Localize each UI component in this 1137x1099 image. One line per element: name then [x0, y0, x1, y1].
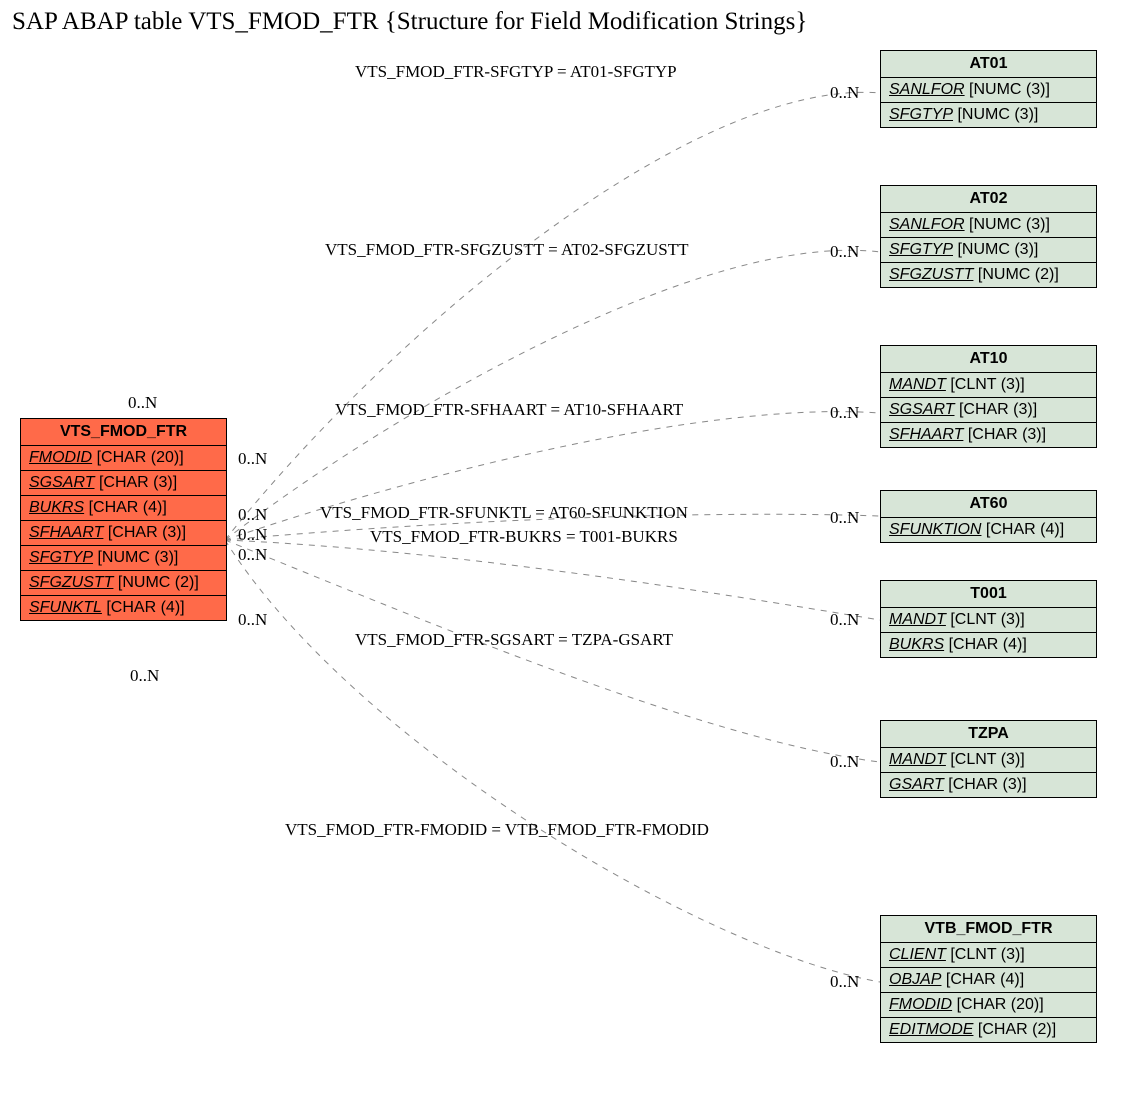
entity-at10: AT10 MANDT [CLNT (3)] SGSART [CHAR (3)] …: [880, 345, 1097, 448]
cardinality: 0..N: [830, 403, 859, 423]
field-row: SGSART [CHAR (3)]: [881, 398, 1096, 423]
edge-label-e6: VTS_FMOD_FTR-SGSART = TZPA-GSART: [355, 630, 673, 650]
field-row: EDITMODE [CHAR (2)]: [881, 1018, 1096, 1042]
entity-header: T001: [881, 581, 1096, 608]
field-row: FMODID [CHAR (20)]: [21, 446, 226, 471]
cardinality: 0..N: [238, 525, 267, 545]
cardinality: 0..N: [830, 83, 859, 103]
entity-header: AT60: [881, 491, 1096, 518]
edge-label-e3: VTS_FMOD_FTR-SFHAART = AT10-SFHAART: [335, 400, 683, 420]
entity-at01: AT01 SANLFOR [NUMC (3)] SFGTYP [NUMC (3)…: [880, 50, 1097, 128]
field-row: SANLFOR [NUMC (3)]: [881, 78, 1096, 103]
edge-label-e5: VTS_FMOD_FTR-BUKRS = T001-BUKRS: [370, 527, 678, 547]
cardinality: 0..N: [130, 666, 159, 686]
entity-header: AT01: [881, 51, 1096, 78]
entity-main: VTS_FMOD_FTR FMODID [CHAR (20)] SGSART […: [20, 418, 227, 621]
cardinality: 0..N: [830, 242, 859, 262]
cardinality: 0..N: [830, 752, 859, 772]
field-row: CLIENT [CLNT (3)]: [881, 943, 1096, 968]
cardinality: 0..N: [128, 393, 157, 413]
field-row: MANDT [CLNT (3)]: [881, 373, 1096, 398]
entity-at02: AT02 SANLFOR [NUMC (3)] SFGTYP [NUMC (3)…: [880, 185, 1097, 288]
edge-label-e7: VTS_FMOD_FTR-FMODID = VTB_FMOD_FTR-FMODI…: [285, 820, 709, 840]
field-row: BUKRS [CHAR (4)]: [21, 496, 226, 521]
cardinality: 0..N: [238, 449, 267, 469]
field-row: SFUNKTL [CHAR (4)]: [21, 596, 226, 620]
entity-main-header: VTS_FMOD_FTR: [21, 419, 226, 446]
edge-label-e2: VTS_FMOD_FTR-SFGZUSTT = AT02-SFGZUSTT: [325, 240, 689, 260]
field-row: SANLFOR [NUMC (3)]: [881, 213, 1096, 238]
field-row: SFGZUSTT [NUMC (2)]: [881, 263, 1096, 287]
cardinality: 0..N: [830, 508, 859, 528]
cardinality: 0..N: [830, 610, 859, 630]
entity-tzpa: TZPA MANDT [CLNT (3)] GSART [CHAR (3)]: [880, 720, 1097, 798]
entity-header: AT02: [881, 186, 1096, 213]
field-row: SFGZUSTT [NUMC (2)]: [21, 571, 226, 596]
cardinality: 0..N: [238, 505, 267, 525]
field-row: MANDT [CLNT (3)]: [881, 748, 1096, 773]
field-row: OBJAP [CHAR (4)]: [881, 968, 1096, 993]
field-row: SGSART [CHAR (3)]: [21, 471, 226, 496]
edge-label-e4: VTS_FMOD_FTR-SFUNKTL = AT60-SFUNKTION: [320, 503, 688, 523]
cardinality: 0..N: [238, 545, 267, 565]
cardinality: 0..N: [238, 610, 267, 630]
entity-t001: T001 MANDT [CLNT (3)] BUKRS [CHAR (4)]: [880, 580, 1097, 658]
field-row: SFHAART [CHAR (3)]: [21, 521, 226, 546]
field-row: GSART [CHAR (3)]: [881, 773, 1096, 797]
field-row: BUKRS [CHAR (4)]: [881, 633, 1096, 657]
entity-vtb: VTB_FMOD_FTR CLIENT [CLNT (3)] OBJAP [CH…: [880, 915, 1097, 1043]
entity-at60: AT60 SFUNKTION [CHAR (4)]: [880, 490, 1097, 543]
field-row: SFUNKTION [CHAR (4)]: [881, 518, 1096, 542]
entity-header: VTB_FMOD_FTR: [881, 916, 1096, 943]
field-row: SFHAART [CHAR (3)]: [881, 423, 1096, 447]
cardinality: 0..N: [830, 972, 859, 992]
edge-label-e1: VTS_FMOD_FTR-SFGTYP = AT01-SFGTYP: [355, 62, 677, 82]
field-row: SFGTYP [NUMC (3)]: [21, 546, 226, 571]
field-row: FMODID [CHAR (20)]: [881, 993, 1096, 1018]
field-row: MANDT [CLNT (3)]: [881, 608, 1096, 633]
entity-header: TZPA: [881, 721, 1096, 748]
field-row: SFGTYP [NUMC (3)]: [881, 103, 1096, 127]
page-title: SAP ABAP table VTS_FMOD_FTR {Structure f…: [12, 8, 807, 36]
entity-header: AT10: [881, 346, 1096, 373]
field-row: SFGTYP [NUMC (3)]: [881, 238, 1096, 263]
